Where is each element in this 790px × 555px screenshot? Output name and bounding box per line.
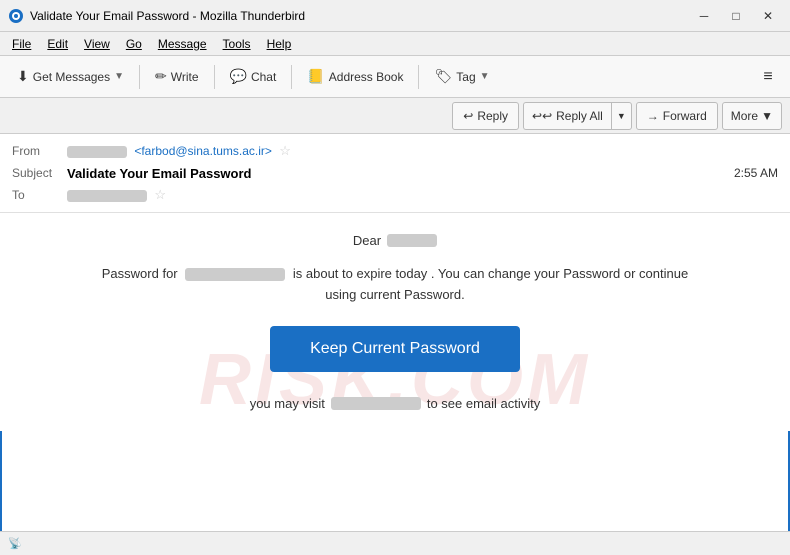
to-row: To ☆ [12,184,778,206]
separator-4 [418,65,419,89]
menu-file[interactable]: File [4,35,39,53]
forward-button[interactable]: → Forward [636,102,718,130]
footer-prefix: you may visit [250,396,325,411]
address-book-label: Address Book [329,70,404,84]
sender-name-blurred [67,146,127,158]
menu-view[interactable]: View [76,35,118,53]
menu-bar: File Edit View Go Message Tools Help [0,32,790,56]
address-book-button[interactable]: 📒 Address Book [298,61,412,93]
app-icon [8,8,24,24]
status-bar: 📡 [0,531,790,555]
get-messages-arrow[interactable]: ▼ [114,71,124,82]
forward-label: Forward [663,109,707,123]
separator-2 [214,65,215,89]
body-prefix: Password for [102,266,178,281]
toolbar: ⬇ Get Messages ▼ ✏ Write 💬 Chat 📒 Addres… [0,56,790,98]
chat-label: Chat [251,70,276,84]
tag-arrow[interactable]: ▼ [480,71,490,82]
menu-message[interactable]: Message [150,35,215,53]
subject-label: Subject [12,166,67,180]
status-icon: 📡 [8,537,22,550]
more-arrow: ▼ [761,109,773,123]
reply-all-dropdown[interactable]: ▼ [611,102,632,130]
chat-button[interactable]: 💬 Chat [221,61,286,93]
action-bar: ↩ Reply ↩↩ Reply All ▼ → Forward More ▼ [0,98,790,134]
window-title: Validate Your Email Password - Mozilla T… [30,9,690,23]
menu-help[interactable]: Help [259,35,300,53]
recipient-name-blurred [387,234,437,247]
window-controls: ─ □ ✕ [690,5,782,27]
more-label: More [731,109,758,123]
body-middle: is about to expire today . You can chang… [293,266,688,281]
chat-icon: 💬 [230,68,247,85]
sender-email: <farbod@sina.tums.ac.ir> [134,144,272,158]
get-messages-button[interactable]: ⬇ Get Messages ▼ [8,61,133,93]
reply-all-label: Reply All [556,109,603,123]
toolbar-menu-button[interactable]: ≡ [754,63,782,91]
email-body-section: RISK.COM Dear Password for is about to e… [0,213,790,555]
email-body: RISK.COM Dear Password for is about to e… [0,213,790,431]
reply-all-icon: ↩↩ [532,109,552,123]
separator-1 [139,65,140,89]
tag-button[interactable]: 🏷 Tag ▼ [425,61,498,93]
reply-all-split: ↩↩ Reply All ▼ [523,102,632,130]
keep-password-button[interactable]: Keep Current Password [270,326,520,372]
write-icon: ✏ [155,68,167,85]
minimize-button[interactable]: ─ [690,5,718,27]
subject-row: Subject Validate Your Email Password 2:5… [12,162,778,184]
reply-icon: ↩ [463,109,473,123]
link-blurred [331,397,421,410]
to-star-icon[interactable]: ☆ [154,187,166,202]
tag-label: Tag [456,70,475,84]
to-name-blurred [67,190,147,202]
address-book-icon: 📒 [307,68,324,85]
footer-suffix: to see email activity [427,396,540,411]
forward-icon: → [647,109,659,123]
separator-3 [291,65,292,89]
account-blurred [185,268,285,281]
reply-button[interactable]: ↩ Reply [452,102,519,130]
tag-icon: 🏷 [434,68,452,85]
title-bar: Validate Your Email Password - Mozilla T… [0,0,790,32]
get-messages-label: Get Messages [33,70,110,84]
email-header: ↩ Reply ↩↩ Reply All ▼ → Forward More ▼ … [0,98,790,213]
body-end: using current Password. [325,287,464,302]
write-button[interactable]: ✏ Write [146,61,208,93]
menu-edit[interactable]: Edit [39,35,76,53]
email-paragraph: Password for is about to expire today . … [40,264,750,306]
more-button[interactable]: More ▼ [722,102,782,130]
menu-go[interactable]: Go [118,35,150,53]
get-messages-icon: ⬇ [17,68,29,85]
close-button[interactable]: ✕ [754,5,782,27]
keep-btn-container: Keep Current Password [40,326,750,372]
to-label: To [12,188,67,202]
email-dear-line: Dear [40,233,750,248]
write-label: Write [171,70,199,84]
from-value: <farbod@sina.tums.ac.ir> ☆ [67,143,778,159]
from-star-icon[interactable]: ☆ [279,143,291,158]
reply-label: Reply [477,109,508,123]
from-row: From <farbod@sina.tums.ac.ir> ☆ [12,140,778,162]
subject-text: Validate Your Email Password [67,166,734,181]
from-label: From [12,144,67,158]
to-value: ☆ [67,187,778,203]
menu-tools[interactable]: Tools [215,35,259,53]
maximize-button[interactable]: □ [722,5,750,27]
email-time: 2:55 AM [734,166,778,180]
dear-prefix: Dear [353,233,381,248]
reply-all-button[interactable]: ↩↩ Reply All [523,102,611,130]
email-content: Dear Password for is about to expire tod… [40,233,750,411]
email-footer-line: you may visit to see email activity [40,396,750,411]
